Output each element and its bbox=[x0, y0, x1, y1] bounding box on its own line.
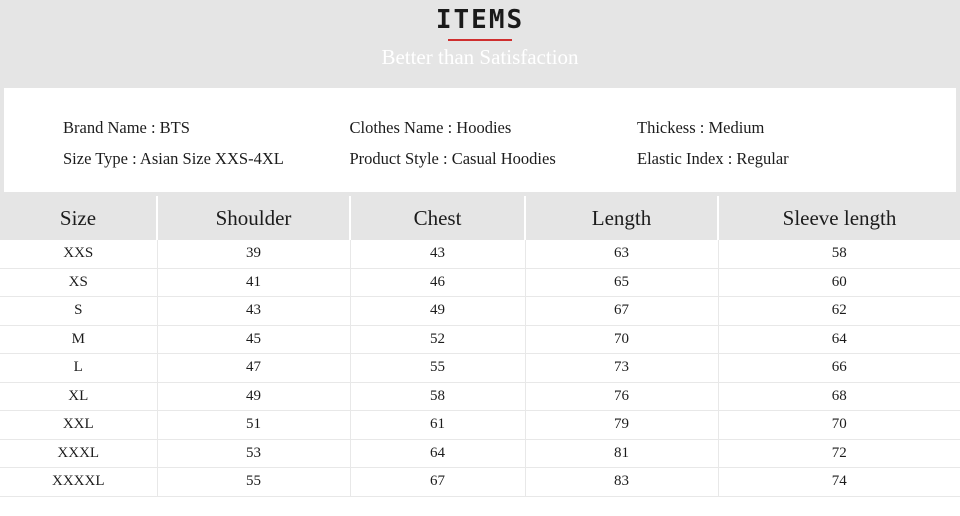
cell-sleeve-length: 66 bbox=[718, 353, 960, 383]
info-clothes-name: Clothes Name : Hoodies bbox=[349, 118, 512, 137]
cell-size: XL bbox=[0, 382, 158, 411]
cell-chest: 46 bbox=[350, 268, 526, 297]
cell-sleeve-length: 58 bbox=[718, 240, 960, 269]
cell-sleeve-length: 62 bbox=[718, 296, 960, 326]
info-elastic-index: Elastic Index : Regular bbox=[636, 149, 789, 168]
cell-length: 81 bbox=[525, 439, 719, 468]
cell-chest: 43 bbox=[350, 240, 526, 269]
cell-sleeve-length: 64 bbox=[718, 325, 960, 354]
page-title: ITEMS bbox=[435, 5, 525, 35]
cell-sleeve-length: 70 bbox=[718, 410, 960, 440]
cell-length: 65 bbox=[525, 268, 719, 297]
cell-size: XXXXL bbox=[0, 467, 158, 497]
cell-length: 83 bbox=[525, 467, 719, 497]
product-info-panel: Brand Name : BTS Size Type : Asian Size … bbox=[4, 88, 956, 192]
cell-shoulder: 45 bbox=[157, 325, 351, 354]
cell-sleeve-length: 72 bbox=[718, 439, 960, 468]
cell-shoulder: 47 bbox=[157, 353, 351, 383]
table-row: XS 41 46 65 60 bbox=[0, 268, 960, 297]
cell-shoulder: 43 bbox=[157, 296, 351, 326]
cell-length: 67 bbox=[525, 296, 719, 326]
column-header-sleeve-length: Sleeve length bbox=[718, 196, 960, 240]
banner: ITEMS Better than Satisfaction bbox=[0, 0, 960, 84]
cell-shoulder: 51 bbox=[157, 410, 351, 440]
info-brand-name: Brand Name : BTS bbox=[63, 118, 190, 137]
info-size-type: Size Type : Asian Size XXS-4XL bbox=[63, 149, 284, 168]
cell-shoulder: 49 bbox=[157, 382, 351, 411]
cell-size: XXS bbox=[0, 240, 158, 269]
info-column-1: Brand Name : BTS Size Type : Asian Size … bbox=[4, 112, 332, 192]
table-row: XL 49 58 76 68 bbox=[0, 382, 960, 411]
cell-chest: 55 bbox=[350, 353, 526, 383]
table-header-row: Size Shoulder Chest Length Sleeve length bbox=[0, 196, 960, 240]
table-row: S 43 49 67 62 bbox=[0, 296, 960, 326]
size-table-head: Size Shoulder Chest Length Sleeve length bbox=[0, 196, 960, 240]
table-row: L 47 55 73 66 bbox=[0, 353, 960, 383]
cell-length: 70 bbox=[525, 325, 719, 354]
info-column-2: Clothes Name : Hoodies Product Style : C… bbox=[332, 112, 619, 192]
cell-size: XS bbox=[0, 268, 158, 297]
table-row: XXS 39 43 63 58 bbox=[0, 240, 960, 269]
info-thickness: Thickess : Medium bbox=[636, 118, 765, 137]
column-header-chest: Chest bbox=[350, 196, 526, 240]
size-chart-page: ITEMS Better than Satisfaction Brand Nam… bbox=[0, 0, 960, 516]
cell-sleeve-length: 60 bbox=[718, 268, 960, 297]
cell-chest: 64 bbox=[350, 439, 526, 468]
cell-size: XXL bbox=[0, 410, 158, 440]
cell-sleeve-length: 68 bbox=[718, 382, 960, 411]
cell-size: M bbox=[0, 325, 158, 354]
title-underline-accent bbox=[448, 39, 512, 41]
cell-shoulder: 53 bbox=[157, 439, 351, 468]
size-table: Size Shoulder Chest Length Sleeve length… bbox=[0, 196, 960, 497]
cell-chest: 49 bbox=[350, 296, 526, 326]
cell-shoulder: 55 bbox=[157, 467, 351, 497]
table-row: XXL 51 61 79 70 bbox=[0, 410, 960, 440]
cell-shoulder: 41 bbox=[157, 268, 351, 297]
cell-size: S bbox=[0, 296, 158, 326]
cell-sleeve-length: 74 bbox=[718, 467, 960, 497]
cell-chest: 58 bbox=[350, 382, 526, 411]
cell-shoulder: 39 bbox=[157, 240, 351, 269]
size-table-body: XXS 39 43 63 58 XS 41 46 65 60 S 43 49 6… bbox=[0, 240, 960, 497]
table-row: M 45 52 70 64 bbox=[0, 325, 960, 354]
cell-size: XXXL bbox=[0, 439, 158, 468]
cell-chest: 52 bbox=[350, 325, 526, 354]
cell-length: 79 bbox=[525, 410, 719, 440]
cell-size: L bbox=[0, 353, 158, 383]
page-subtitle: Better than Satisfaction bbox=[381, 45, 579, 69]
cell-chest: 61 bbox=[350, 410, 526, 440]
cell-length: 73 bbox=[525, 353, 719, 383]
cell-length: 63 bbox=[525, 240, 719, 269]
table-row: XXXXL 55 67 83 74 bbox=[0, 467, 960, 497]
table-row: XXXL 53 64 81 72 bbox=[0, 439, 960, 468]
cell-chest: 67 bbox=[350, 467, 526, 497]
cell-length: 76 bbox=[525, 382, 719, 411]
column-header-size: Size bbox=[0, 196, 158, 240]
info-product-style: Product Style : Casual Hoodies bbox=[349, 149, 556, 168]
column-header-length: Length bbox=[525, 196, 719, 240]
column-header-shoulder: Shoulder bbox=[157, 196, 351, 240]
product-info-panel-wrap: Brand Name : BTS Size Type : Asian Size … bbox=[0, 84, 960, 196]
info-column-3: Thickess : Medium Elastic Index : Regula… bbox=[619, 112, 956, 192]
